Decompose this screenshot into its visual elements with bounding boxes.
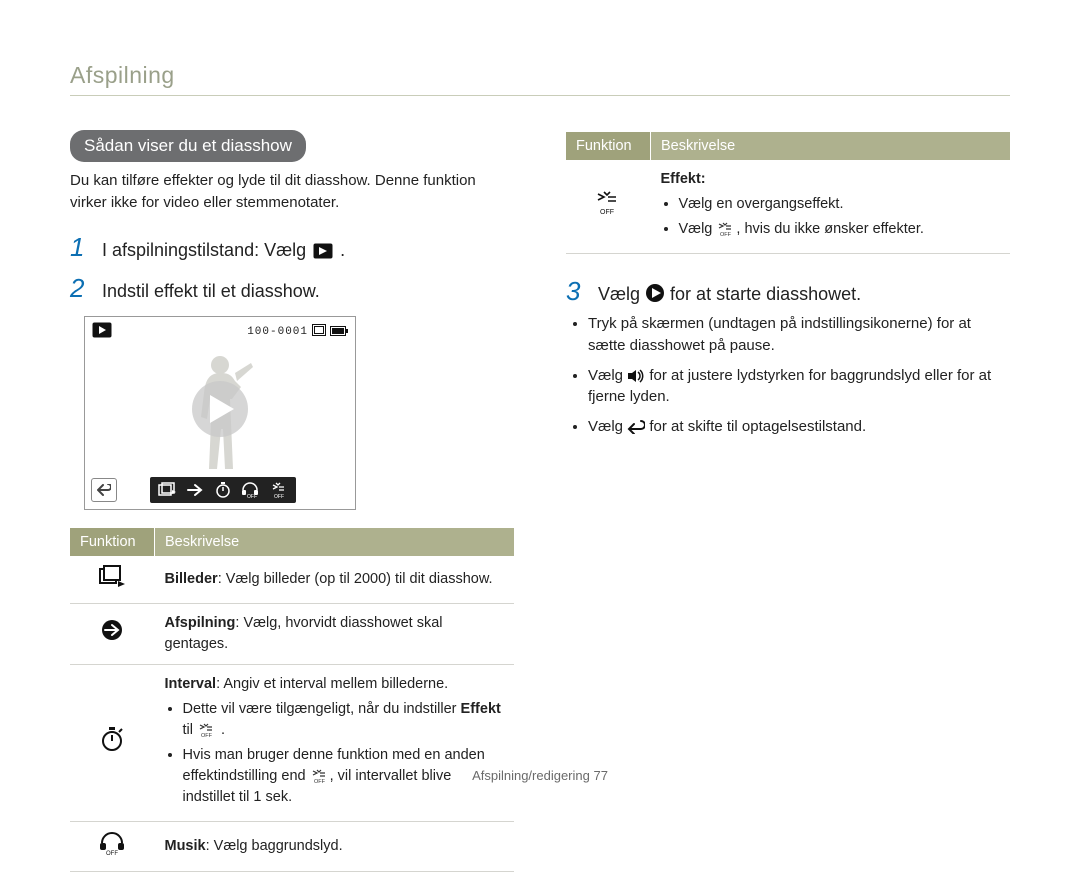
arrow-right-icon bbox=[70, 603, 155, 664]
volume-icon bbox=[627, 369, 645, 383]
bullet-pause: Tryk på skærmen (undtagen på indstilling… bbox=[588, 313, 1010, 357]
lead-text: Du kan tilføre effekter og lyde til dit … bbox=[70, 170, 514, 214]
arrow-right-icon[interactable] bbox=[184, 480, 206, 500]
effect-off-icon[interactable]: OFF bbox=[268, 480, 290, 500]
slideshow-icon bbox=[313, 243, 333, 259]
step3-post: for at starte diasshowet. bbox=[670, 284, 861, 304]
page-footer: Afspilning/redigering 77 bbox=[0, 768, 1080, 783]
function-table-left: Funktion Beskrivelse Billeder: Vælg bill… bbox=[70, 528, 514, 872]
back-button[interactable] bbox=[91, 478, 117, 502]
step-text: I afspilningstilstand: Vælg . bbox=[102, 240, 345, 261]
play-circle-icon bbox=[645, 283, 665, 303]
svg-text:OFF: OFF bbox=[247, 494, 257, 498]
th-beskrivelse: Beskrivelse bbox=[155, 528, 515, 556]
interval-icon bbox=[70, 664, 155, 821]
images-icon bbox=[70, 556, 155, 604]
effect-off-icon: OFF bbox=[716, 222, 736, 236]
svg-text:OFF: OFF bbox=[720, 232, 732, 236]
return-icon bbox=[627, 420, 645, 434]
effekt-b2-post: , hvis du ikke ønsker effekter. bbox=[736, 221, 924, 237]
music-off-icon: OFF bbox=[70, 821, 155, 871]
step-number: 1 bbox=[70, 232, 92, 263]
th-funktion: Funktion bbox=[566, 132, 651, 160]
th-funktion: Funktion bbox=[70, 528, 155, 556]
row-afspilning: Afspilning: Vælg, hvorvidt diasshowet sk… bbox=[155, 603, 515, 664]
effekt-b1: Vælg en overgangseffekt. bbox=[679, 194, 1001, 215]
row-billeder: Billeder: Vælg billeder (op til 2000) ti… bbox=[155, 556, 515, 604]
step-3: 3 Vælg for at starte diasshowet. bbox=[566, 276, 1010, 307]
svg-text:OFF: OFF bbox=[600, 209, 614, 215]
step1-post: . bbox=[340, 240, 345, 260]
effekt-b2-pre: Vælg bbox=[679, 221, 717, 237]
step-2: 2 Indstil effekt til et diasshow. bbox=[70, 273, 514, 304]
r3-b1-pre: Dette vil være tilgængeligt, når du inds… bbox=[183, 701, 461, 717]
row-effekt: Effekt: Vælg en overgangseffekt. Vælg OF… bbox=[651, 160, 1011, 254]
toolbar: OFF OFF bbox=[150, 477, 296, 503]
svg-text:OFF: OFF bbox=[274, 494, 284, 498]
step-text: Indstil effekt til et diasshow. bbox=[102, 281, 320, 302]
images-icon[interactable] bbox=[156, 480, 178, 500]
effect-off-icon: OFF bbox=[566, 160, 651, 254]
th-beskrivelse: Beskrivelse bbox=[651, 132, 1011, 160]
step-number: 2 bbox=[70, 273, 92, 304]
music-off-icon[interactable]: OFF bbox=[240, 480, 262, 500]
camera-screenshot: 100-0001 bbox=[84, 316, 356, 510]
step-1: 1 I afspilningstilstand: Vælg . bbox=[70, 232, 514, 263]
step-number: 3 bbox=[566, 276, 588, 307]
step1-pre: I afspilningstilstand: Vælg bbox=[102, 240, 311, 260]
row-musik: Musik: Vælg baggrundslyd. bbox=[155, 821, 515, 871]
section-title: Afspilning bbox=[70, 62, 1010, 96]
function-table-right: Funktion Beskrivelse OFF Effekt: Vælg en… bbox=[566, 132, 1010, 254]
r3-b1-post-post: . bbox=[221, 722, 225, 738]
play-button[interactable] bbox=[192, 381, 248, 437]
svg-text:OFF: OFF bbox=[201, 733, 213, 737]
row-interval: Interval: Angiv et interval mellem bille… bbox=[155, 664, 515, 821]
file-counter: 100-0001 bbox=[247, 326, 308, 338]
step-text: Vælg for at starte diasshowet. bbox=[598, 283, 861, 305]
bullet-volume: Vælg for at justere lydstyrken for baggr… bbox=[588, 365, 1010, 409]
interval-icon[interactable] bbox=[212, 480, 234, 500]
play-indicator-icon bbox=[92, 322, 112, 343]
r3-b1-post-pre: til bbox=[183, 722, 198, 738]
left-column: Sådan viser du et diasshow Du kan tilfør… bbox=[70, 130, 514, 872]
svg-text:OFF: OFF bbox=[106, 851, 118, 855]
heading-pill: Sådan viser du et diasshow bbox=[70, 130, 306, 162]
r3-b1-bold: Effekt bbox=[461, 701, 501, 717]
effect-off-icon: OFF bbox=[197, 723, 217, 737]
battery-icon bbox=[330, 323, 348, 341]
step3-bullets: Tryk på skærmen (undtagen på indstilling… bbox=[566, 313, 1010, 438]
right-column: Funktion Beskrivelse OFF Effekt: Vælg en… bbox=[566, 130, 1010, 872]
bullet-switch: Vælg for at skifte til optagelsestilstan… bbox=[588, 416, 1010, 438]
step3-pre: Vælg bbox=[598, 284, 645, 304]
card-icon bbox=[312, 323, 326, 341]
